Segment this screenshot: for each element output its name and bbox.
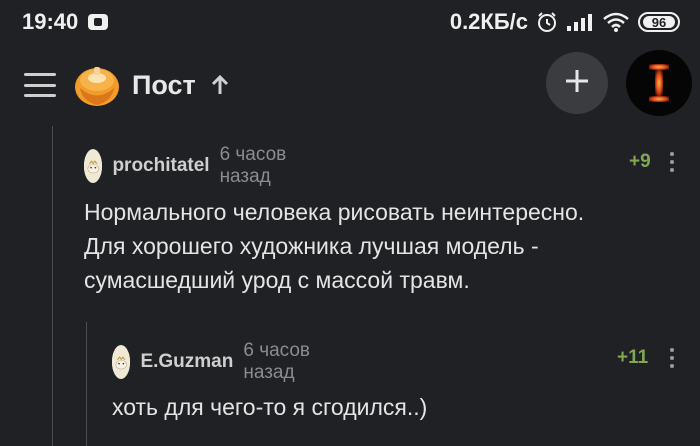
add-icon: [564, 68, 590, 99]
logo-icon[interactable]: [72, 61, 122, 109]
avatar[interactable]: [626, 50, 692, 116]
battery-icon: 96: [638, 12, 680, 32]
network-speed: 0.2КБ/с: [449, 9, 528, 34]
comment-rating: +9: [629, 151, 651, 172]
up-arrow-icon[interactable]: [210, 74, 230, 96]
signal-icon: [566, 12, 594, 32]
status-left: 19:40: [22, 9, 109, 35]
comment-header: E.Guzman 6 часов назад: [112, 340, 310, 384]
comment-text: Нормального человека рисовать неинтересн…: [84, 199, 585, 293]
page-title: Пост: [132, 69, 196, 100]
thread-line-inner: [86, 322, 87, 446]
app-notification-icon: [88, 14, 109, 30]
status-bar: 19:40 0.2КБ/с 96: [0, 0, 700, 44]
comment-rating: +11: [617, 347, 649, 368]
app-header: Пост: [0, 44, 700, 126]
comment-time[interactable]: 6 часов назад: [243, 340, 310, 384]
alarm-icon: [536, 11, 558, 33]
comment-author[interactable]: E.Guzman: [140, 351, 233, 373]
comment-author[interactable]: prochitatel: [112, 155, 209, 177]
status-right: 0.2КБ/с 96: [450, 9, 680, 35]
more-options-icon[interactable]: [670, 348, 674, 368]
comment-time[interactable]: 6 часов назад: [220, 144, 287, 188]
comment-header: prochitatel 6 часов назад: [84, 144, 286, 188]
avatar[interactable]: [84, 149, 103, 183]
wifi-icon: [602, 11, 630, 33]
status-time: 19:40: [22, 9, 79, 34]
add-button[interactable]: [546, 52, 608, 114]
more-options-icon[interactable]: [670, 152, 674, 172]
menu-icon[interactable]: [24, 73, 56, 97]
avatar[interactable]: [112, 345, 131, 379]
battery-level: 96: [651, 14, 667, 30]
thread-line-outer: [52, 126, 53, 446]
comment-text: хоть для чего-то я сгодился..): [112, 394, 428, 420]
